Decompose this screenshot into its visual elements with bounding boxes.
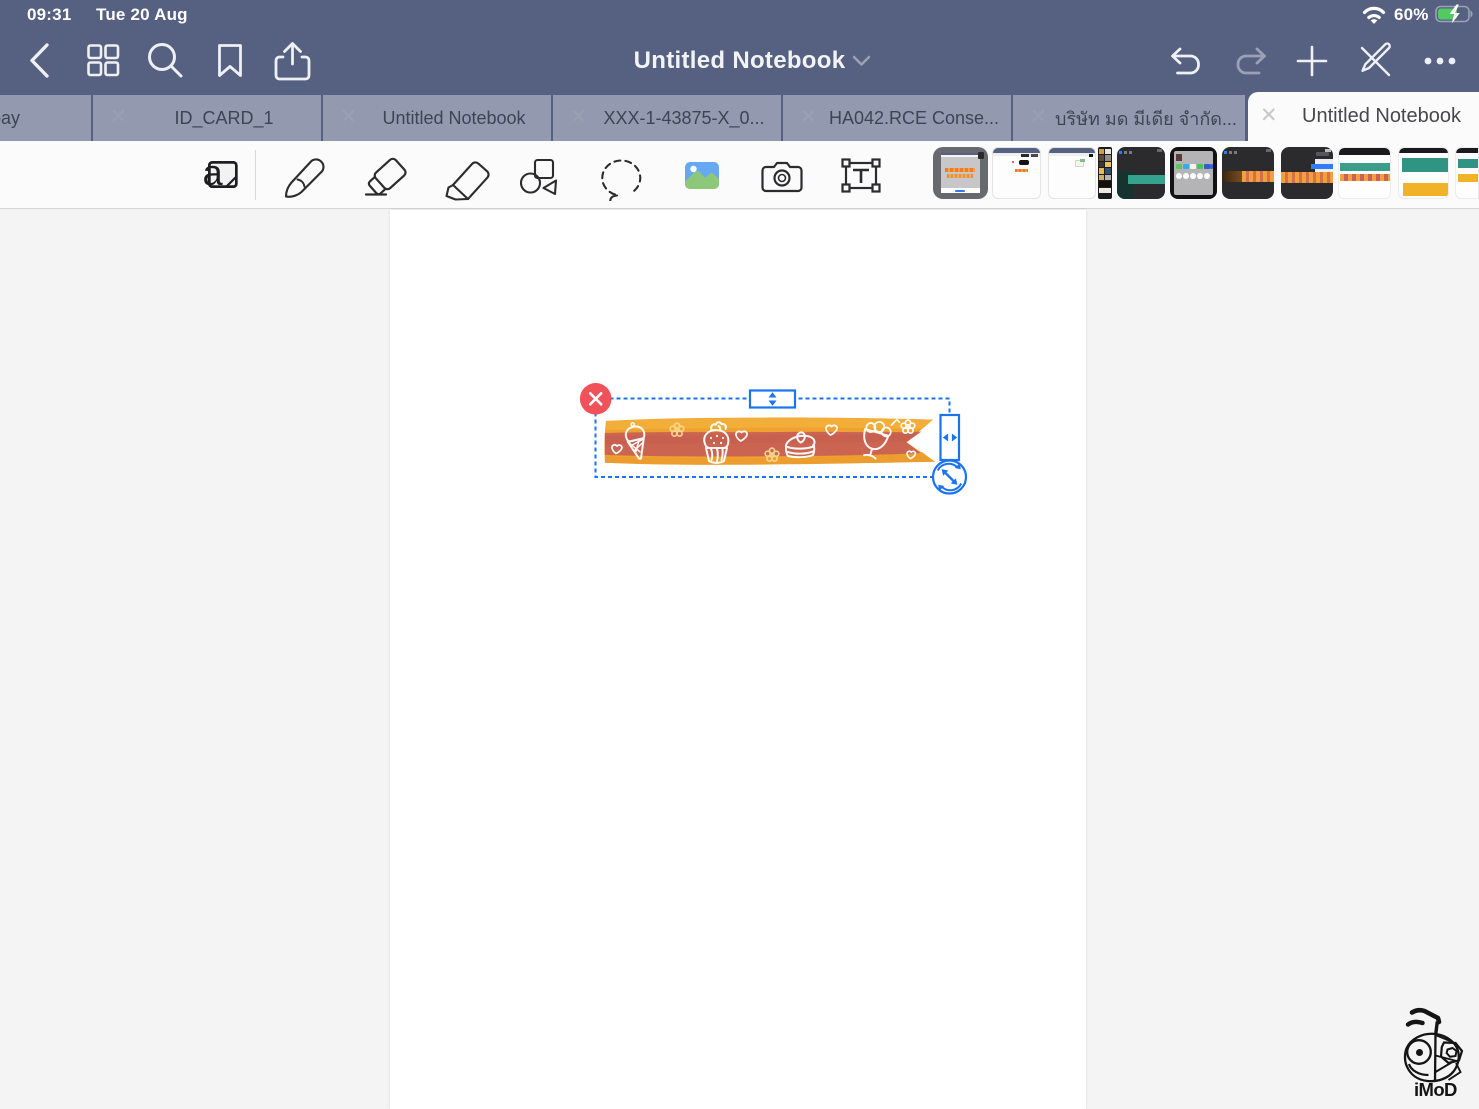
svg-text:iMoD: iMoD [1414,1079,1457,1100]
